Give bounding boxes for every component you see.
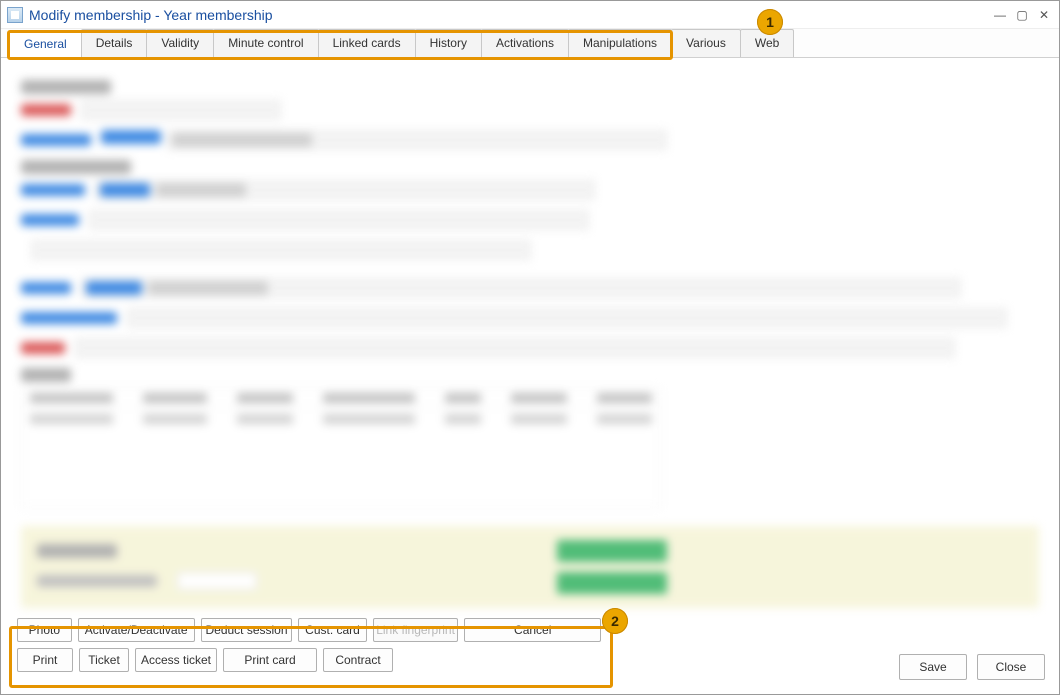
- footer-buttons: Save Close: [899, 654, 1045, 680]
- tab-bar: GeneralDetailsValidityMinute controlLink…: [1, 29, 1059, 58]
- annotation-badge-2: 2: [602, 608, 628, 634]
- minimize-icon[interactable]: —: [991, 7, 1009, 23]
- tab-various[interactable]: Various: [671, 29, 741, 57]
- window-controls: — ▢ ✕: [991, 7, 1053, 23]
- print-card-button[interactable]: Print card: [223, 648, 317, 672]
- link-fingerprint-button: Link fingerprint: [373, 618, 459, 642]
- tab-activations[interactable]: Activations: [481, 29, 569, 57]
- activate-deactivate-button[interactable]: Activate/Deactivate: [78, 618, 195, 642]
- tab-validity[interactable]: Validity: [146, 29, 214, 57]
- close-icon[interactable]: ✕: [1035, 7, 1053, 23]
- access-ticket-button[interactable]: Access ticket: [135, 648, 217, 672]
- contract-button[interactable]: Contract: [323, 648, 393, 672]
- print-button[interactable]: Print: [17, 648, 73, 672]
- button-row-1: PhotoActivate/DeactivateDeduct sessionCu…: [17, 618, 601, 642]
- tab-content-general: [1, 58, 1059, 623]
- app-icon: [7, 7, 23, 23]
- titlebar: Modify membership - Year membership — ▢ …: [1, 1, 1059, 29]
- cust-card-button[interactable]: Cust. card: [298, 618, 366, 642]
- maximize-icon[interactable]: ▢: [1013, 7, 1031, 23]
- save-button[interactable]: Save: [899, 654, 967, 680]
- button-row-2: PrintTicketAccess ticketPrint cardContra…: [17, 648, 601, 672]
- deduct-session-button[interactable]: Deduct session: [201, 618, 293, 642]
- tab-linked-cards[interactable]: Linked cards: [318, 29, 416, 57]
- app-window: Modify membership - Year membership — ▢ …: [0, 0, 1060, 695]
- tab-general[interactable]: General: [9, 30, 82, 58]
- ticket-button[interactable]: Ticket: [79, 648, 129, 672]
- cancel-button[interactable]: Cancel: [464, 618, 601, 642]
- tab-minute-control[interactable]: Minute control: [213, 29, 318, 57]
- close-button[interactable]: Close: [977, 654, 1045, 680]
- window-title: Modify membership - Year membership: [29, 7, 991, 23]
- action-button-tray: PhotoActivate/DeactivateDeduct sessionCu…: [9, 612, 609, 686]
- tab-history[interactable]: History: [415, 29, 482, 57]
- annotation-badge-1: 1: [757, 9, 783, 35]
- tab-manipulations[interactable]: Manipulations: [568, 29, 672, 57]
- blurred-form-area: [21, 80, 1039, 623]
- tab-details[interactable]: Details: [81, 29, 148, 57]
- photo-button[interactable]: Photo: [17, 618, 72, 642]
